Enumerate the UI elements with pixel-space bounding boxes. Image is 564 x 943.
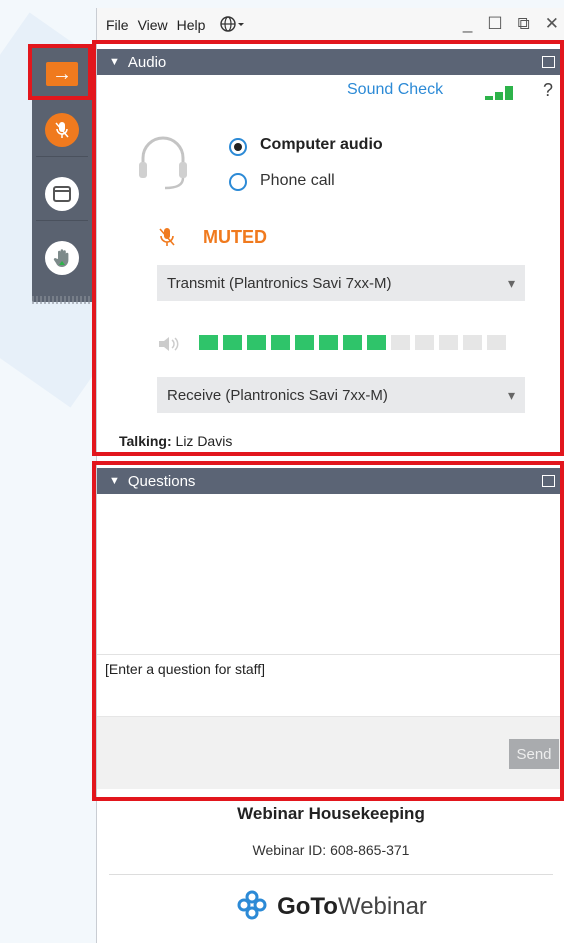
strip-grip[interactable] [32,296,92,304]
mic-button[interactable] [36,104,88,157]
menu-view[interactable]: View [138,17,168,33]
menu-help[interactable]: Help [177,17,206,33]
highlight-questions-panel [92,461,564,801]
close-icon[interactable]: ✕ [545,14,559,34]
menu-file[interactable]: File [106,17,129,33]
webinar-id: Webinar ID: 608-865-371 [252,842,410,858]
window-icon [45,177,79,211]
highlight-toggle [28,44,92,100]
raise-hand-button[interactable] [36,232,88,284]
window-controls: _ ☐ ⧉ ✕ [454,14,559,34]
mic-muted-icon [45,113,79,147]
hand-raise-icon [45,241,79,275]
webinar-title: Webinar Housekeeping [237,804,425,823]
gotowebinar-logo: GoToWebinar [97,888,564,926]
menu-bar: File View Help _ ☐ ⧉ ✕ [97,8,564,42]
divider [109,874,553,875]
logo-light: Webinar [337,893,427,920]
gotowebinar-logo-icon [235,888,269,926]
highlight-audio-panel [92,40,564,456]
logo-bold: GoTo [277,893,338,920]
minimize-icon[interactable]: _ [463,14,472,34]
popout-icon[interactable]: ⧉ [518,14,530,34]
screen-button[interactable] [36,168,88,221]
globe-icon[interactable] [219,15,245,36]
restore-icon[interactable]: ☐ [487,14,502,34]
